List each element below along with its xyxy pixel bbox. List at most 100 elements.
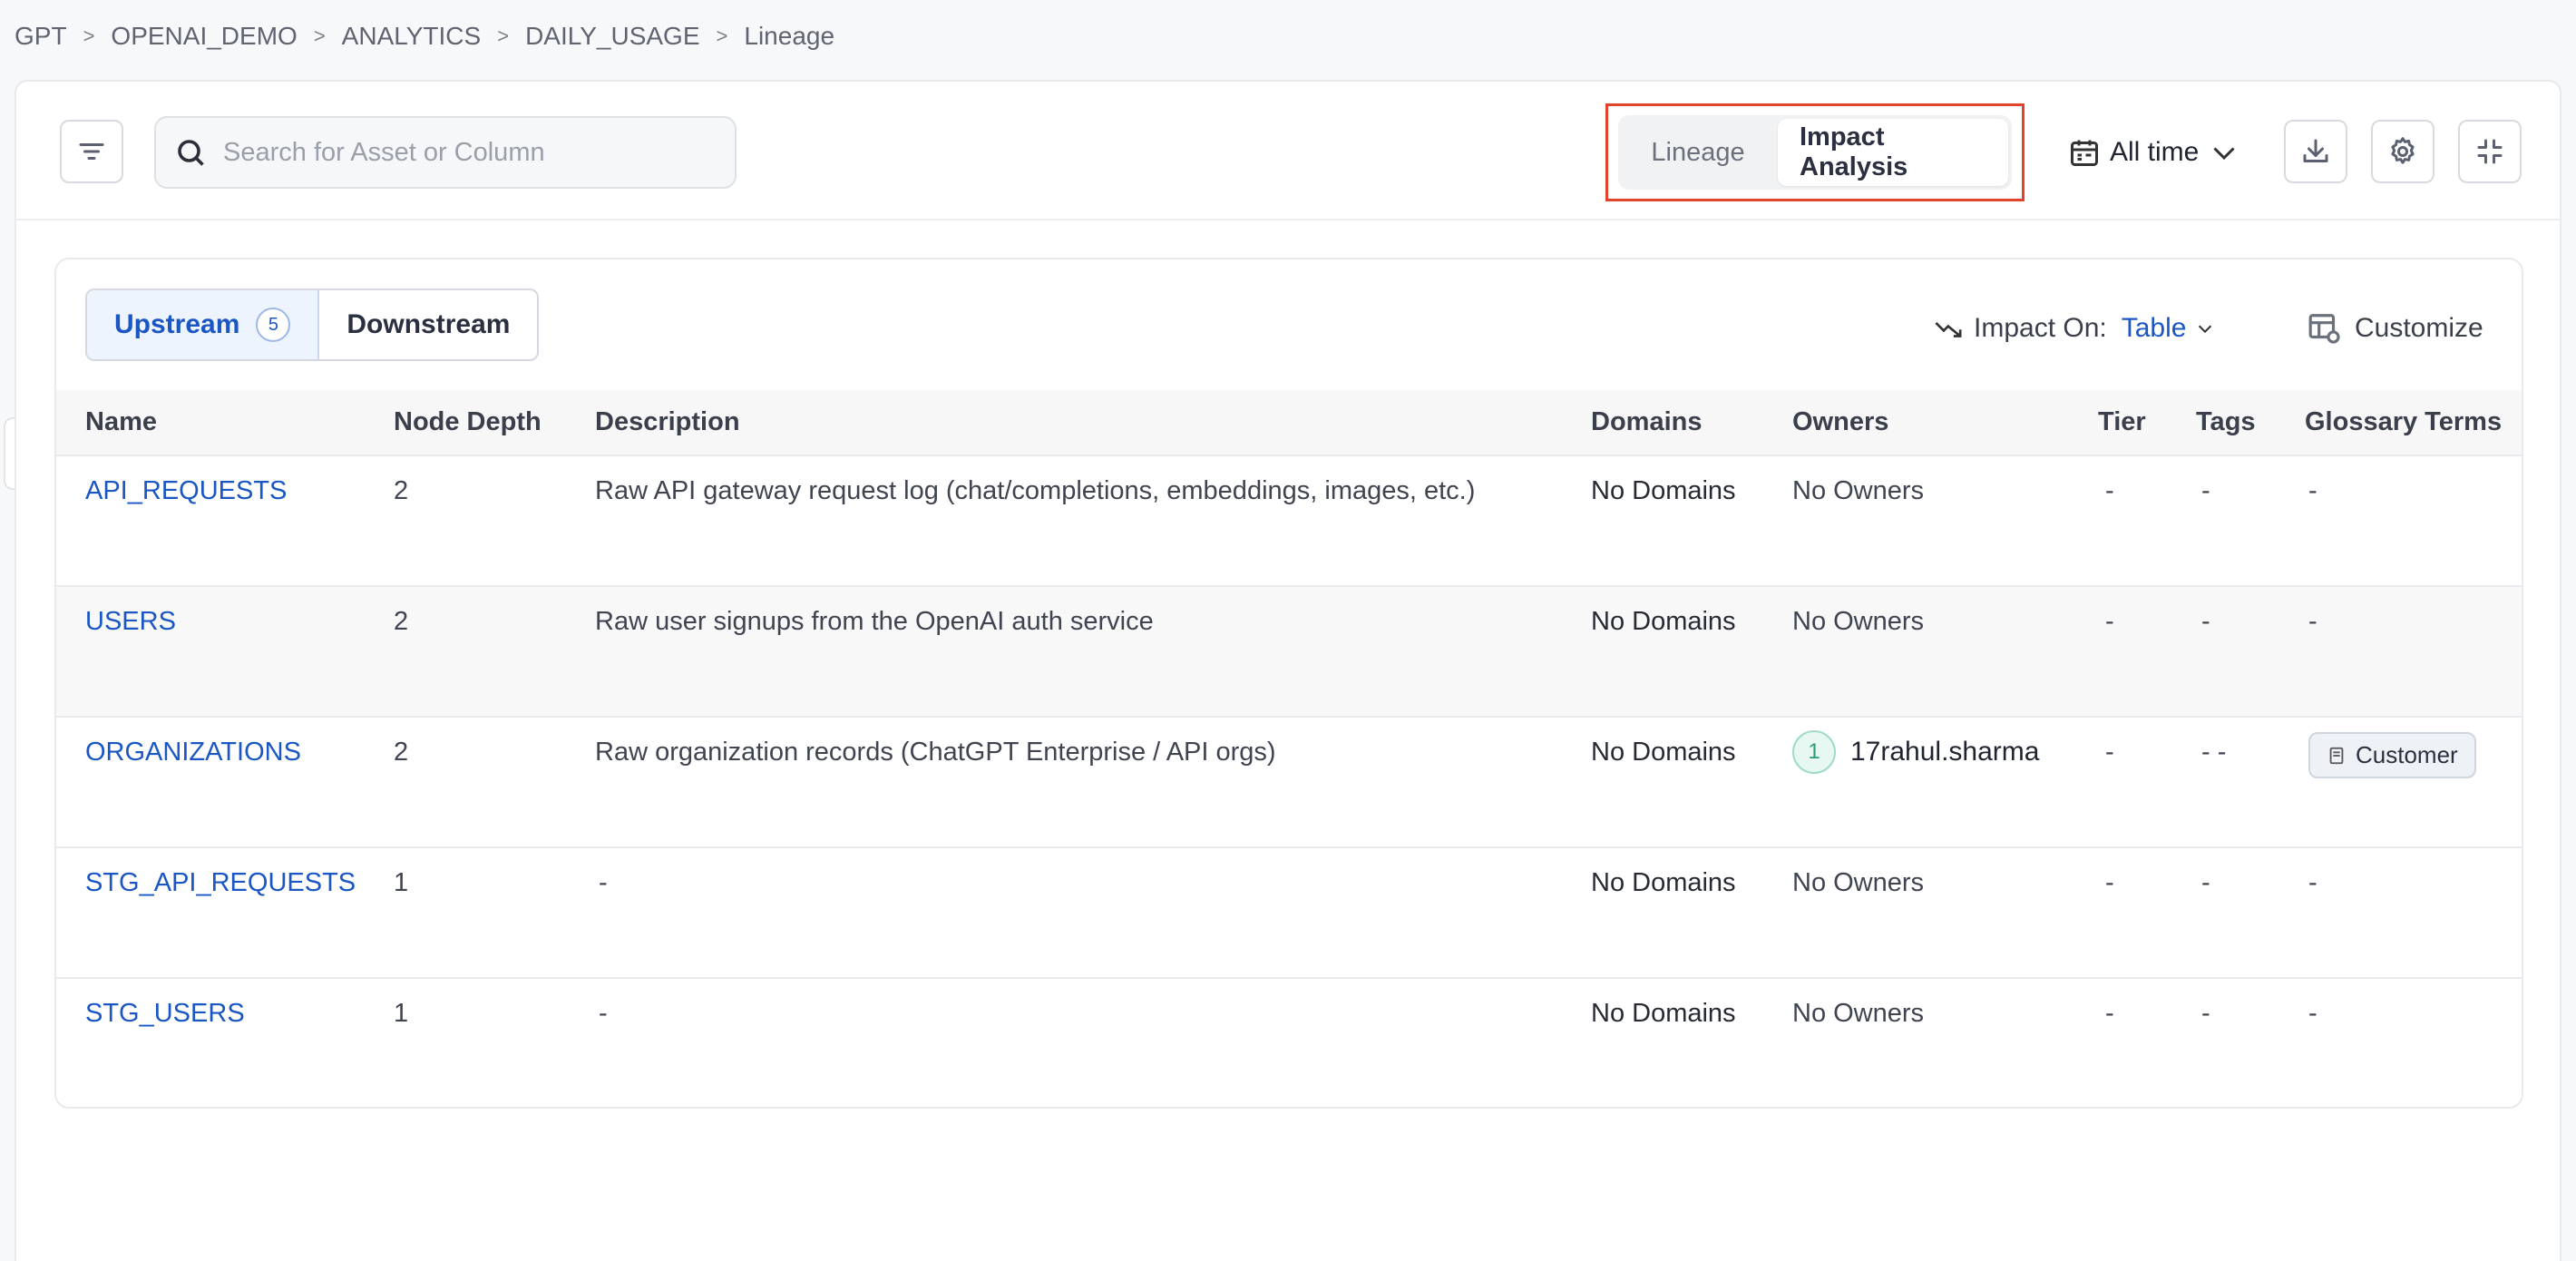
breadcrumb-current: Lineage	[744, 22, 835, 50]
tier-cell: -	[2105, 738, 2114, 767]
tab-downstream-label: Downstream	[346, 309, 511, 339]
table-row: USERS 2 Raw user signups from the OpenAI…	[56, 586, 2522, 717]
avatar: 1	[1792, 730, 1836, 774]
asset-link[interactable]: STG_USERS	[85, 978, 394, 1107]
owner-chip[interactable]: 1 17rahul.sharma	[1792, 730, 2039, 774]
gear-icon	[2391, 137, 2415, 164]
node-depth-cell: 1	[394, 868, 409, 897]
tags-cell: -	[2201, 607, 2210, 636]
time-filter-label: All time	[2110, 137, 2200, 167]
tier-cell: -	[2105, 607, 2114, 636]
impact-analysis-panel: Upstream 5 Downstream Impact On: Table C…	[54, 258, 2523, 1109]
breadcrumb-item-daily-usage[interactable]: DAILY_USAGE	[525, 22, 699, 51]
glossary-cell: -	[2308, 607, 2317, 636]
tier-cell: -	[2105, 999, 2114, 1028]
column-header-node-depth: Node Depth	[394, 407, 542, 436]
node-depth-cell: 2	[394, 476, 409, 505]
domains-cell: No Domains	[1591, 607, 1736, 636]
asset-link[interactable]: ORGANIZATIONS	[85, 717, 394, 847]
asset-link[interactable]: STG_API_REQUESTS	[85, 847, 394, 978]
tab-upstream[interactable]: Upstream 5	[87, 290, 320, 359]
glossary-cell: -	[2308, 476, 2317, 505]
asset-link[interactable]: USERS	[85, 586, 394, 717]
tab-lineage[interactable]: Lineage	[1622, 119, 1774, 186]
node-depth-cell: 2	[394, 738, 409, 767]
description-cell: -	[599, 999, 608, 1028]
calendar-icon	[2071, 140, 2098, 166]
owners-cell: No Owners	[1792, 999, 1925, 1028]
collapse-button[interactable]	[2458, 120, 2522, 183]
tier-cell: -	[2105, 476, 2114, 505]
column-header-owners: Owners	[1792, 407, 1889, 436]
collapse-icon	[2477, 139, 2503, 164]
table-row: API_REQUESTS 2 Raw API gateway request l…	[56, 455, 2522, 586]
time-filter-dropdown[interactable]: All time	[2068, 132, 2240, 172]
impact-on-label: Impact On:	[1974, 313, 2107, 343]
owners-cell: 1 17rahul.sharma	[1792, 717, 2098, 847]
search-icon	[178, 140, 204, 166]
description-cell: -	[599, 868, 608, 897]
impact-on-value: Table	[2121, 313, 2187, 343]
book-icon	[2329, 747, 2344, 764]
glossary-cell: -	[2308, 999, 2317, 1028]
impact-on-dropdown[interactable]: Impact On: Table	[1934, 310, 2215, 347]
search-box	[154, 116, 737, 189]
column-header-description: Description	[595, 407, 740, 436]
domains-cell: No Domains	[1591, 999, 1736, 1028]
lineage-card: Lineage Impact Analysis All time	[15, 80, 2561, 1261]
tab-downstream[interactable]: Downstream	[319, 290, 538, 359]
node-depth-cell: 1	[394, 999, 409, 1028]
chevron-down-icon	[2199, 325, 2212, 334]
tier-cell: -	[2105, 868, 2114, 897]
tags-cell: -	[2201, 868, 2210, 897]
glossary-term-tag[interactable]: Customer	[2308, 732, 2476, 778]
customize-label: Customize	[2355, 313, 2483, 343]
lineage-toolbar: Lineage Impact Analysis All time	[16, 82, 2560, 220]
download-icon	[2303, 139, 2328, 162]
trend-down-icon	[1935, 321, 1962, 337]
domains-cell: No Domains	[1591, 738, 1736, 767]
breadcrumb-separator: >	[497, 24, 510, 47]
column-header-glossary-terms: Glossary Terms	[2305, 407, 2503, 436]
filter-icon	[79, 143, 104, 160]
tab-impact-analysis[interactable]: Impact Analysis	[1778, 119, 2008, 186]
domains-cell: No Domains	[1591, 868, 1736, 897]
table-row: STG_API_REQUESTS 1 - No Domains No Owner…	[56, 847, 2522, 978]
column-header-name: Name	[85, 407, 157, 436]
table-row: STG_USERS 1 - No Domains No Owners - - -	[56, 978, 2522, 1107]
tab-upstream-label: Upstream	[114, 309, 240, 339]
owners-cell: No Owners	[1792, 868, 1925, 897]
upstream-count-badge: 5	[256, 308, 291, 342]
description-cell: Raw API gateway request log (chat/comple…	[595, 476, 1476, 505]
column-header-tags: Tags	[2196, 407, 2256, 436]
tags-cell: -	[2201, 476, 2210, 505]
node-depth-cell: 2	[394, 607, 409, 636]
customize-button[interactable]: Customize	[2308, 308, 2483, 348]
chevron-down-icon	[2213, 147, 2235, 161]
settings-button[interactable]	[2371, 120, 2435, 183]
owners-cell: No Owners	[1792, 476, 1925, 505]
description-cell: Raw organization records (ChatGPT Enterp…	[595, 738, 1276, 767]
asset-link[interactable]: API_REQUESTS	[85, 455, 394, 586]
glossary-cell: -	[2308, 868, 2317, 897]
impact-table: Name Node Depth Description Domains Owne…	[56, 390, 2522, 1107]
breadcrumb-item-gpt[interactable]: GPT	[15, 22, 67, 51]
column-header-tier: Tier	[2098, 407, 2146, 436]
filter-button[interactable]	[60, 120, 123, 183]
glossary-term-label: Customer	[2356, 741, 2458, 768]
breadcrumb: GPT > OPENAI_DEMO > ANALYTICS > DAILY_US…	[15, 18, 834, 54]
column-header-domains: Domains	[1591, 407, 1703, 436]
breadcrumb-separator: >	[716, 24, 728, 47]
breadcrumb-item-analytics[interactable]: ANALYTICS	[342, 22, 482, 51]
direction-toggle: Upstream 5 Downstream	[85, 288, 540, 361]
table-settings-icon	[2308, 314, 2340, 344]
breadcrumb-separator: >	[313, 24, 326, 47]
owners-cell: No Owners	[1792, 607, 1925, 636]
tags-cell: -	[2201, 999, 2210, 1028]
search-input[interactable]	[223, 137, 713, 168]
breadcrumb-item-openai-demo[interactable]: OPENAI_DEMO	[111, 22, 297, 51]
breadcrumb-separator: >	[83, 24, 95, 47]
download-button[interactable]	[2284, 120, 2347, 183]
description-cell: Raw user signups from the OpenAI auth se…	[595, 607, 1154, 636]
domains-cell: No Domains	[1591, 476, 1736, 505]
